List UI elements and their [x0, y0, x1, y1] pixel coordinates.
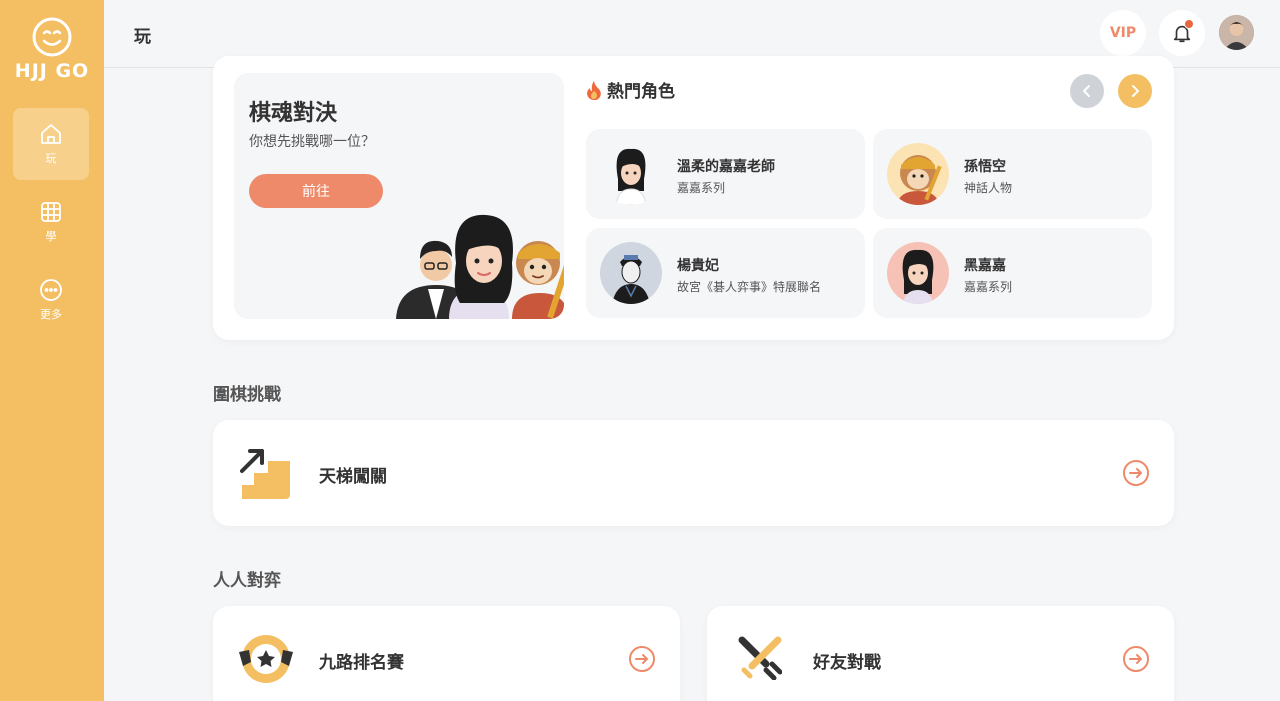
character-name: 黑嘉嘉 [964, 258, 1006, 274]
sidebar-item-more[interactable]: 更多 [13, 264, 89, 336]
user-avatar[interactable] [1219, 15, 1254, 50]
arrow-right-circle-icon [1123, 646, 1149, 672]
battle-panel: 棋魂對決 你想先挑戰哪一位？ 前往 [234, 73, 564, 319]
character-tag: 故宮《碁人弈事》特展聯名 [677, 280, 822, 294]
characters-illustration [396, 214, 564, 319]
carousel-next-button[interactable] [1118, 74, 1152, 108]
friend-match-card[interactable]: 好友對戰 [707, 606, 1174, 701]
chevron-left-icon [1083, 85, 1090, 97]
avatar-image [1219, 15, 1254, 50]
friend-match-label: 好友對戰 [813, 653, 881, 673]
more-icon [40, 279, 62, 301]
sidebar: HJJ GO 玩 學 更多 [0, 0, 104, 701]
character-card[interactable]: 楊貴妃 故宮《碁人弈事》特展聯名 [586, 228, 865, 318]
character-avatar [887, 242, 949, 304]
notification-button[interactable] [1159, 10, 1205, 56]
battle-title: 棋魂對決 [249, 101, 338, 126]
ranking-match-label: 九路排名賽 [319, 653, 404, 673]
battle-subtitle: 你想先挑戰哪一位？ [249, 134, 375, 150]
go-button[interactable]: 前往 [249, 174, 383, 208]
carousel-prev-button[interactable] [1070, 74, 1104, 108]
character-tag: 嘉嘉系列 [677, 181, 726, 195]
arrow-right-circle-icon [1123, 460, 1149, 486]
character-tag: 嘉嘉系列 [964, 280, 1013, 294]
character-card[interactable]: 黑嘉嘉 嘉嘉系列 [873, 228, 1152, 318]
sidebar-item-play[interactable]: 玩 [13, 108, 89, 180]
sidebar-item-label: 學 [45, 230, 57, 243]
home-icon [41, 124, 61, 144]
character-card[interactable]: 溫柔的嘉嘉老師 嘉嘉系列 [586, 129, 865, 219]
sidebar-item-label: 玩 [45, 152, 57, 165]
section-title-challenge: 圍棋挑戰 [213, 385, 281, 405]
character-avatar [600, 242, 662, 304]
character-name: 孫悟空 [964, 159, 1006, 175]
board-icon [41, 202, 61, 222]
notification-badge [1184, 19, 1194, 29]
ranking-match-card[interactable]: 九路排名賽 [213, 606, 680, 701]
arrow-right-circle-icon [629, 646, 655, 672]
character-card[interactable]: 孫悟空 神話人物 [873, 129, 1152, 219]
character-avatar [887, 143, 949, 205]
crossed-swords-icon [738, 636, 782, 680]
app-name: HJJ GO [14, 60, 90, 82]
page-title: 玩 [134, 27, 151, 47]
featured-card: 棋魂對決 你想先挑戰哪一位？ 前往 熱門角色 溫柔的嘉嘉老師 嘉嘉系列 孫悟空 … [213, 56, 1174, 340]
smiley-logo-icon [32, 17, 72, 57]
fire-icon [587, 80, 601, 100]
hot-characters-title: 熱門角色 [585, 77, 675, 102]
stairs-icon [240, 449, 290, 499]
chevron-right-icon [1132, 85, 1139, 97]
sidebar-item-label: 更多 [40, 308, 62, 321]
sidebar-item-learn[interactable]: 學 [13, 186, 89, 258]
app-logo[interactable]: HJJ GO [0, 16, 104, 82]
ladder-challenge-label: 天梯闖關 [319, 467, 387, 487]
medal-icon [239, 635, 293, 683]
ladder-challenge-card[interactable]: 天梯闖關 [213, 420, 1174, 526]
section-title-pvp: 人人對弈 [213, 571, 281, 591]
character-name: 溫柔的嘉嘉老師 [677, 159, 775, 175]
hot-characters-label: 熱門角色 [607, 82, 675, 102]
vip-button[interactable]: VIP [1100, 10, 1146, 56]
character-name: 楊貴妃 [677, 258, 719, 274]
character-avatar [600, 143, 662, 205]
character-tag: 神話人物 [964, 181, 1013, 195]
